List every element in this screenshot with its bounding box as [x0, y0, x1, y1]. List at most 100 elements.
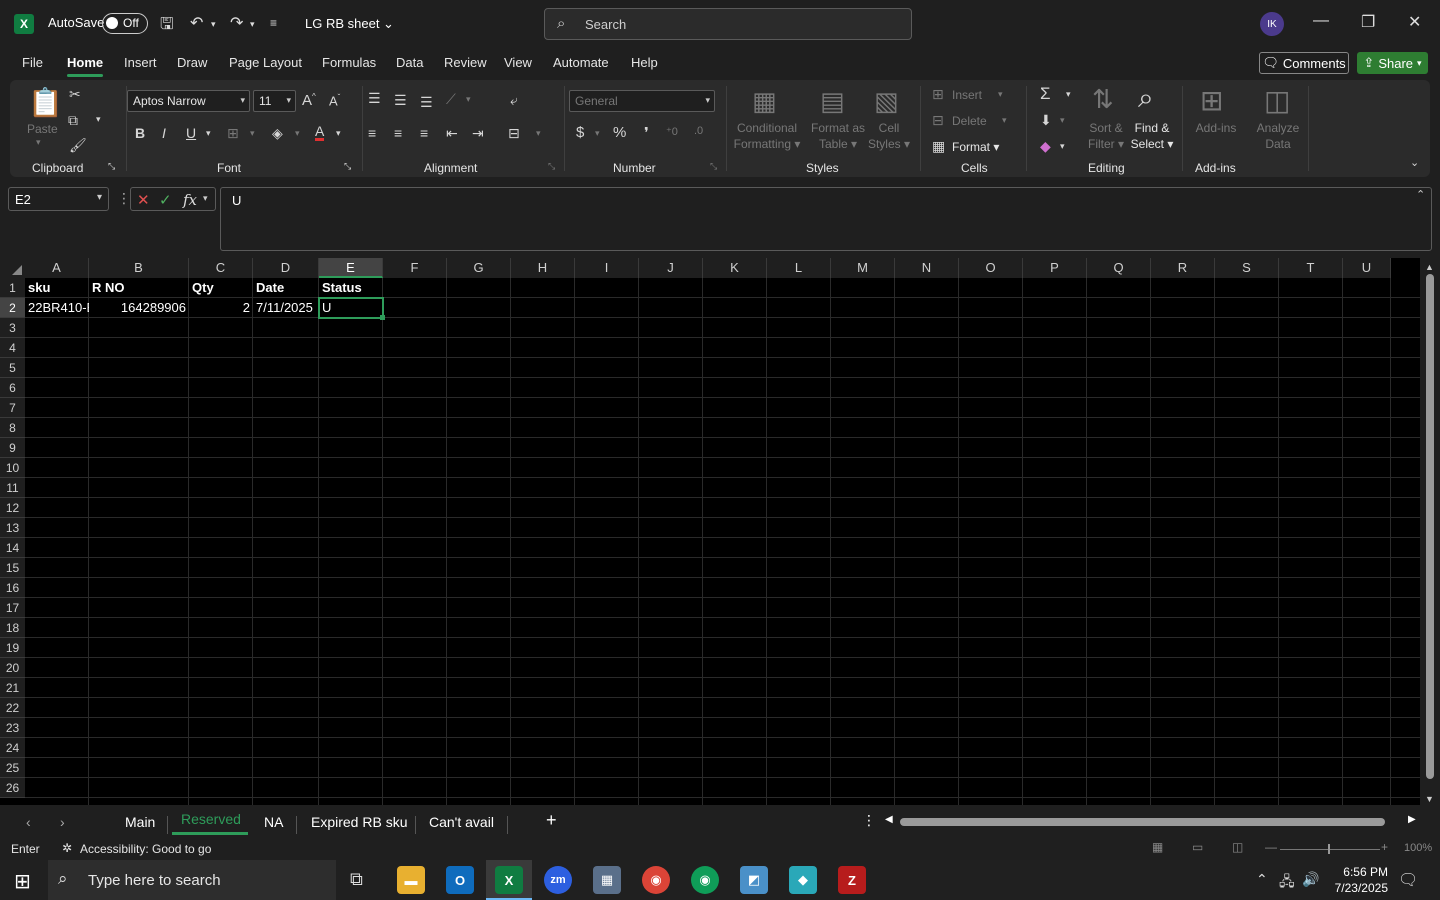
- paste-icon[interactable]: 📋: [28, 86, 63, 119]
- increase-font-icon[interactable]: A^: [302, 92, 316, 109]
- row-header[interactable]: 17: [0, 598, 25, 618]
- table-cell[interactable]: sku: [25, 278, 89, 298]
- tab-data[interactable]: Data: [396, 55, 423, 70]
- underline-dropdown-icon[interactable]: ▾: [206, 128, 211, 139]
- conditional-formatting-icon[interactable]: ▦: [752, 86, 777, 117]
- column-header[interactable]: D: [253, 258, 319, 278]
- redo-dropdown-icon[interactable]: ▾: [250, 19, 255, 30]
- tab-formulas[interactable]: Formulas: [322, 55, 376, 70]
- analyze-data-icon[interactable]: ◫: [1264, 84, 1290, 117]
- tab-review[interactable]: Review: [444, 55, 487, 70]
- fill-dropdown-icon[interactable]: ▾: [295, 128, 300, 139]
- underline-icon[interactable]: U: [186, 125, 196, 141]
- insert-cells-icon[interactable]: ⊞: [932, 86, 944, 103]
- search-box[interactable]: ⌕ Search: [544, 8, 912, 40]
- column-header[interactable]: L: [767, 258, 831, 278]
- table-cell[interactable]: 7/11/2025: [253, 298, 319, 318]
- next-sheet-icon[interactable]: ›: [60, 814, 65, 830]
- avatar[interactable]: IK: [1260, 12, 1284, 36]
- row-header[interactable]: 14: [0, 538, 25, 558]
- zoom-out-icon[interactable]: —: [1265, 840, 1277, 854]
- cell-styles-button[interactable]: Cell Styles ▾: [866, 120, 912, 152]
- column-header[interactable]: M: [831, 258, 895, 278]
- tab-view[interactable]: View: [504, 55, 532, 70]
- sheet-tab-expired-rb-sku[interactable]: Expired RB sku: [311, 814, 407, 830]
- page-break-view-icon[interactable]: ◫: [1232, 840, 1243, 854]
- chrome-icon[interactable]: ◉: [642, 866, 670, 894]
- share-button[interactable]: ⇪ Share ▾: [1357, 52, 1428, 74]
- font-size-select[interactable]: 11 ▾: [253, 90, 296, 112]
- row-header[interactable]: 15: [0, 558, 25, 578]
- borders-dropdown-icon[interactable]: ▾: [250, 128, 255, 139]
- outlook-icon[interactable]: O: [446, 866, 474, 894]
- analyze-data-button[interactable]: Analyze Data: [1254, 120, 1302, 152]
- horizontal-scroll-thumb[interactable]: [900, 818, 1385, 826]
- vertical-scrollbar[interactable]: ▲ ▼: [1420, 258, 1440, 805]
- network-icon[interactable]: 🖧: [1279, 871, 1295, 895]
- sheet-tab-reserved[interactable]: Reserved: [181, 811, 241, 827]
- row-header[interactable]: 8: [0, 418, 25, 438]
- orientation-dropdown-icon[interactable]: ▾: [466, 94, 471, 105]
- row-header[interactable]: 5: [0, 358, 25, 378]
- notifications-icon[interactable]: 🗨: [1398, 870, 1418, 890]
- name-box[interactable]: E2 ▾: [8, 187, 109, 211]
- sort-filter-button[interactable]: Sort & Filter ▾: [1084, 120, 1128, 152]
- bold-icon[interactable]: B: [135, 125, 145, 141]
- column-header[interactable]: T: [1279, 258, 1343, 278]
- comma-style-icon[interactable]: ❜: [644, 124, 649, 142]
- align-center-icon[interactable]: ≡: [394, 125, 402, 141]
- column-header[interactable]: G: [447, 258, 511, 278]
- addins-icon[interactable]: ⊞: [1200, 84, 1223, 117]
- tab-home[interactable]: Home: [67, 55, 104, 77]
- column-header[interactable]: J: [639, 258, 703, 278]
- autosave-toggle[interactable]: Off: [102, 13, 148, 34]
- select-all-button[interactable]: [0, 258, 25, 278]
- tab-automate[interactable]: Automate: [553, 55, 609, 70]
- autosum-icon[interactable]: Σ: [1040, 84, 1051, 104]
- fill-dropdown-icon[interactable]: ▾: [1060, 115, 1065, 126]
- tab-file[interactable]: File: [22, 55, 43, 70]
- column-header[interactable]: Q: [1087, 258, 1151, 278]
- italic-icon[interactable]: I: [162, 125, 166, 141]
- decrease-indent-icon[interactable]: ⇤: [446, 125, 458, 142]
- column-header[interactable]: S: [1215, 258, 1279, 278]
- row-header[interactable]: 19: [0, 638, 25, 658]
- align-bottom-icon[interactable]: ☰: [420, 94, 433, 111]
- sheet-tab-na[interactable]: NA: [264, 814, 283, 830]
- sort-filter-icon[interactable]: ⇅: [1092, 84, 1114, 115]
- show-hidden-icons-icon[interactable]: ⌃: [1256, 871, 1268, 888]
- font-launcher-icon[interactable]: ⤡: [344, 161, 351, 172]
- chrome-profile-icon[interactable]: ◉: [691, 866, 719, 894]
- fill-icon[interactable]: ⬇: [1040, 112, 1052, 129]
- table-cell[interactable]: Qty: [189, 278, 253, 298]
- windows-start-icon[interactable]: ⊞: [14, 869, 31, 894]
- redo-icon[interactable]: ↷: [230, 13, 243, 33]
- number-format-select[interactable]: General ▾: [569, 90, 715, 112]
- align-left-icon[interactable]: ≡: [368, 125, 376, 141]
- zoom-app-icon[interactable]: zm: [544, 866, 572, 894]
- clipboard-launcher-icon[interactable]: ⤡: [108, 161, 115, 172]
- row-header[interactable]: 12: [0, 498, 25, 518]
- calculator-icon[interactable]: ▦: [593, 866, 621, 894]
- excel-taskbar-icon[interactable]: X: [495, 866, 523, 894]
- column-header[interactable]: P: [1023, 258, 1087, 278]
- tab-help[interactable]: Help: [631, 55, 658, 70]
- row-header[interactable]: 24: [0, 738, 25, 758]
- find-select-button[interactable]: Find & Select ▾: [1128, 120, 1176, 152]
- row-header[interactable]: 2: [0, 298, 25, 318]
- row-header[interactable]: 16: [0, 578, 25, 598]
- cut-icon[interactable]: ✂: [69, 86, 81, 103]
- copy-icon[interactable]: ⧉: [68, 112, 78, 129]
- row-header[interactable]: 20: [0, 658, 25, 678]
- taskbar-clock[interactable]: 6:56 PM 7/23/2025: [1322, 864, 1388, 896]
- copy-dropdown-icon[interactable]: ▾: [96, 114, 101, 125]
- insert-dropdown-icon[interactable]: ▾: [998, 89, 1003, 100]
- chevron-down-icon[interactable]: ▾: [203, 193, 208, 204]
- column-header[interactable]: R: [1151, 258, 1215, 278]
- number-launcher-icon[interactable]: ⤡: [710, 161, 717, 172]
- volume-icon[interactable]: 🔊: [1302, 871, 1319, 888]
- accessibility-status[interactable]: Accessibility: Good to go: [80, 842, 211, 856]
- row-header[interactable]: 1: [0, 278, 25, 298]
- customize-toolbar-icon[interactable]: ≡: [270, 16, 277, 30]
- scroll-down-icon[interactable]: ▼: [1425, 794, 1434, 804]
